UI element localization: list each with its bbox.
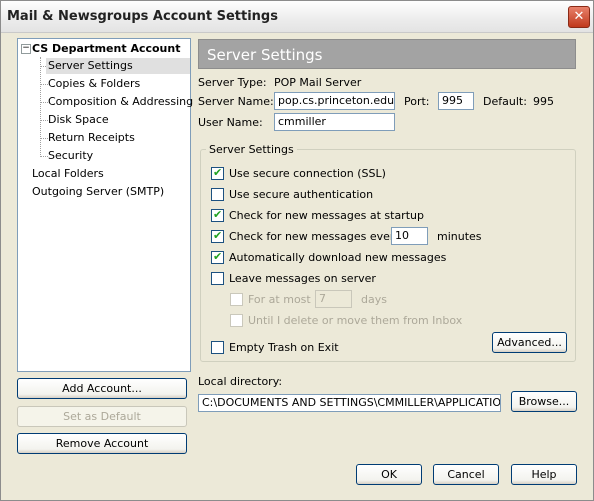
until-delete-label: Until I delete or move them from Inbox: [248, 314, 463, 327]
account-tree[interactable]: − CS Department Account Server Settings …: [17, 38, 193, 372]
days-label: days: [361, 293, 387, 306]
tree-connector-line: [40, 156, 48, 157]
empty-trash-label: Empty Trash on Exit: [229, 341, 339, 354]
check-every-checkbox[interactable]: ✔: [211, 229, 224, 243]
user-name-label: User Name:: [198, 116, 263, 129]
server-name-label: Server Name:: [198, 95, 274, 108]
tree-connector-line: [40, 84, 48, 85]
leave-on-server-checkbox[interactable]: [211, 272, 224, 285]
auto-download-label: Automatically download new messages: [229, 251, 447, 264]
tree-item-disk-space[interactable]: Disk Space: [48, 112, 109, 128]
advanced-button[interactable]: Advanced...: [492, 332, 567, 353]
tree-connector-line: [40, 57, 41, 157]
local-directory-label: Local directory:: [198, 375, 283, 388]
panel-title: Server Settings: [207, 46, 323, 64]
server-settings-group-title: Server Settings: [206, 143, 297, 156]
tree-connector-line: [40, 102, 48, 103]
tree-item-return-receipts[interactable]: Return Receipts: [48, 130, 135, 146]
tree-connector-line: [40, 120, 48, 121]
secure-auth-checkbox[interactable]: [211, 188, 224, 201]
default-port-value: 995: [533, 95, 554, 108]
secure-auth-label: Use secure authentication: [229, 188, 374, 201]
tree-item-label: CS Department Account: [32, 42, 181, 55]
collapse-icon[interactable]: −: [21, 44, 31, 54]
server-type-value: POP Mail Server: [274, 76, 362, 89]
server-name-field[interactable]: pop.cs.princeton.edu: [274, 92, 395, 110]
port-field[interactable]: 995: [438, 92, 474, 110]
port-label: Port:: [404, 95, 430, 108]
tree-connector-line: [40, 138, 48, 139]
leave-on-server-label: Leave messages on server: [229, 272, 376, 285]
empty-trash-checkbox[interactable]: [211, 341, 224, 354]
checkmark-icon: ✔: [213, 229, 223, 242]
checkmark-icon: ✔: [213, 166, 223, 179]
check-every-label: Check for new messages every: [229, 230, 401, 243]
advanced-label: Advanced...: [497, 336, 562, 349]
window-title: Mail & Newsgroups Account Settings: [7, 9, 278, 24]
tree-item-server-settings[interactable]: Server Settings: [46, 58, 190, 74]
for-at-most-checkbox[interactable]: [230, 293, 243, 306]
cancel-label: Cancel: [447, 468, 485, 481]
panel-header: Server Settings: [198, 39, 576, 69]
tree-item-copies-folders[interactable]: Copies & Folders: [48, 76, 140, 92]
checkmark-icon: ✔: [213, 208, 223, 221]
title-bar: Mail & Newsgroups Account Settings ✕: [1, 1, 593, 33]
ssl-label: Use secure connection (SSL): [229, 167, 386, 180]
local-directory-field[interactable]: C:\DOCUMENTS AND SETTINGS\CMMILLER\APPLI…: [198, 394, 501, 412]
tree-item-cs-department-account[interactable]: − CS Department Account: [18, 41, 188, 57]
ok-label: OK: [381, 468, 397, 481]
check-startup-label: Check for new messages at startup: [229, 209, 424, 222]
cancel-button[interactable]: Cancel: [433, 464, 499, 485]
remove-account-label: Remove Account: [55, 437, 149, 450]
until-delete-checkbox[interactable]: [230, 314, 243, 327]
add-account-label: Add Account...: [62, 382, 142, 395]
server-type-label: Server Type:: [198, 76, 267, 89]
set-as-default-button[interactable]: Set as Default: [17, 406, 187, 427]
add-account-button[interactable]: Add Account...: [17, 378, 187, 399]
user-name-field[interactable]: cmmiller: [274, 113, 395, 131]
account-settings-dialog: Mail & Newsgroups Account Settings ✕ − C…: [0, 0, 594, 501]
remove-account-button[interactable]: Remove Account: [17, 433, 187, 454]
set-as-default-label: Set as Default: [63, 410, 141, 423]
default-port-label: Default:: [483, 95, 527, 108]
tree-item-security[interactable]: Security: [48, 148, 93, 164]
tree-item-outgoing-server[interactable]: Outgoing Server (SMTP): [32, 184, 164, 200]
for-at-most-label: For at most: [248, 293, 311, 306]
browse-button[interactable]: Browse...: [511, 391, 577, 412]
ssl-checkbox[interactable]: ✔: [211, 166, 224, 180]
browse-label: Browse...: [518, 395, 570, 408]
checkmark-icon: ✔: [213, 250, 223, 263]
help-button[interactable]: Help: [511, 464, 577, 485]
ok-button[interactable]: OK: [356, 464, 422, 485]
days-field[interactable]: 7: [315, 290, 352, 308]
check-startup-checkbox[interactable]: ✔: [211, 208, 224, 222]
tree-item-local-folders[interactable]: Local Folders: [32, 166, 104, 182]
tree-item-composition-addressing[interactable]: Composition & Addressing: [48, 94, 193, 110]
close-button[interactable]: ✕: [568, 6, 590, 28]
check-interval-field[interactable]: 10: [391, 227, 428, 245]
help-label: Help: [531, 468, 557, 481]
minutes-label: minutes: [437, 230, 482, 243]
auto-download-checkbox[interactable]: ✔: [211, 250, 224, 264]
